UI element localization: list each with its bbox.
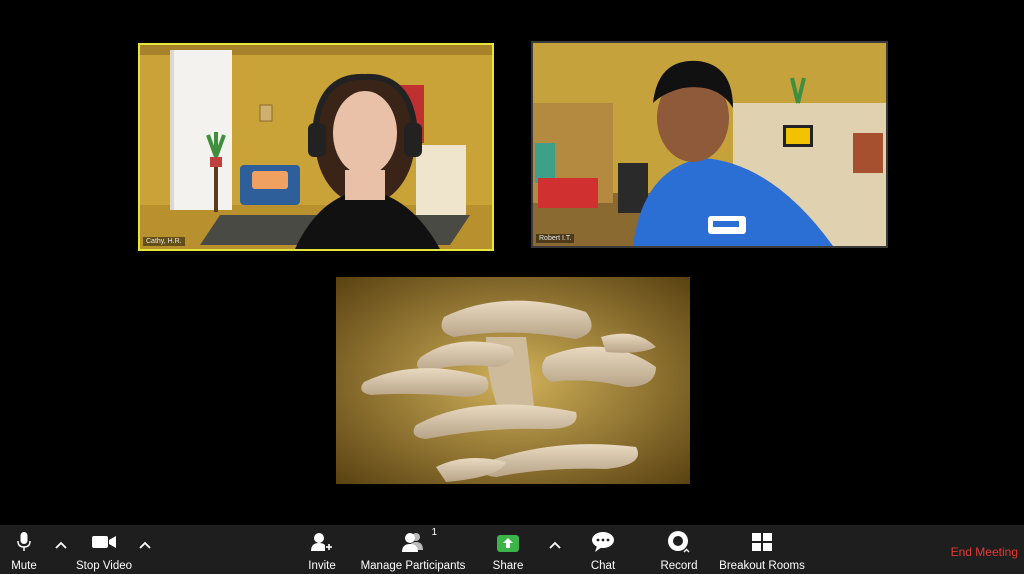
manage-participants-button[interactable]: 1 Manage Participants [360,525,466,574]
meeting-toolbar: Mute Stop Video Invite 1 Manage Particip… [0,525,1024,574]
shared-screen-tile[interactable] [336,277,690,484]
shared-image-oyster-mushrooms [336,277,690,484]
mute-button[interactable]: Mute [6,525,42,574]
microphone-icon [16,530,32,554]
stop-video-label: Stop Video [75,560,133,572]
record-icon [667,530,691,554]
video-camera-icon [91,530,117,554]
participants-icon: 1 [399,527,437,554]
video-feed-cathy [140,45,492,249]
caret-up-icon[interactable] [549,538,561,552]
caret-up-icon[interactable] [139,538,151,552]
breakout-rooms-icon [751,530,773,554]
stop-video-button[interactable]: Stop Video [74,525,134,574]
share-label: Share [492,560,524,572]
chat-button[interactable]: Chat [585,525,621,574]
breakout-rooms-label: Breakout Rooms [719,560,805,572]
participant-name-label: Robert I.T. [536,234,575,243]
mute-label: Mute [11,560,37,572]
invite-button[interactable]: Invite [304,525,340,574]
chat-label: Chat [590,560,616,572]
share-button[interactable]: Share [490,525,526,574]
invite-icon [310,530,334,554]
manage-participants-label: Manage Participants [360,560,466,572]
breakout-rooms-button[interactable]: Breakout Rooms [719,525,805,574]
chat-icon [591,530,615,554]
share-screen-icon [496,530,520,554]
participant-name-label: Cathy, H.R. [143,237,185,246]
video-tile-cathy[interactable]: Cathy, H.R. [138,43,494,251]
caret-up-icon[interactable] [55,538,67,552]
record-label: Record [660,560,698,572]
video-feed-robert [533,43,886,246]
video-tile-robert[interactable]: Robert I.T. [531,41,888,248]
end-meeting-button[interactable]: End Meeting [951,545,1018,559]
participant-count: 1 [431,527,437,538]
record-button[interactable]: Record [656,525,702,574]
invite-label: Invite [308,560,336,572]
